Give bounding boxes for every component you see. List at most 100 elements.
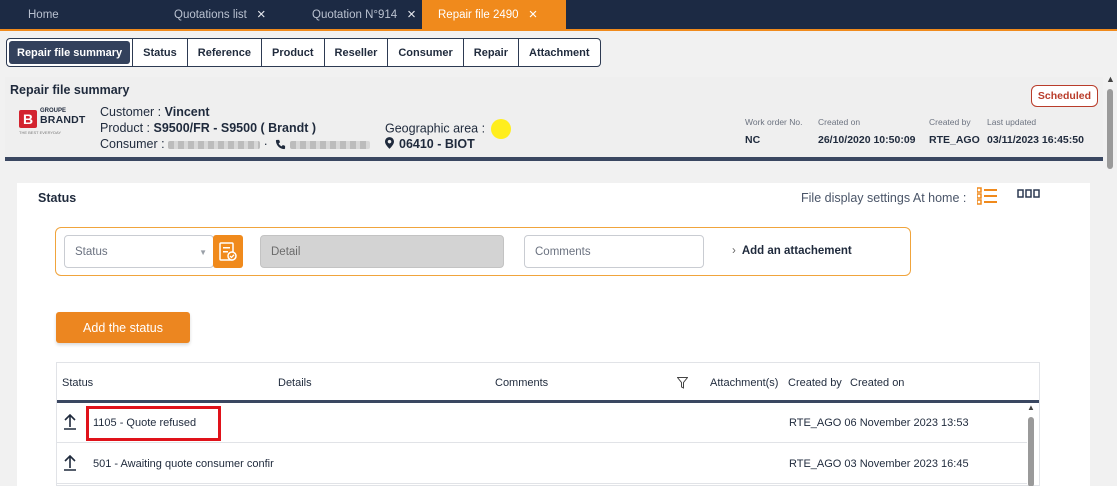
- created-on-col: Created on 26/10/2020 10:50:09: [818, 117, 916, 146]
- row-status: 501 - Awaiting quote consumer confir: [93, 458, 274, 470]
- column-header-created-on[interactable]: Created on: [850, 377, 904, 389]
- tab-underline: [0, 29, 1117, 31]
- last-updated-value: 03/11/2023 16:45:50: [987, 134, 1084, 146]
- table-scrollbar-thumb[interactable]: [1028, 417, 1034, 486]
- scroll-up-arrow-icon[interactable]: ▲: [1027, 403, 1035, 412]
- section-tab-consumer[interactable]: Consumer: [387, 39, 462, 66]
- tab-quotations-list[interactable]: Quotations list ×: [116, 0, 272, 29]
- repair-file-summary: Repair file summary B GROUPE BRANDT THE …: [5, 77, 1103, 161]
- column-header-comments[interactable]: Comments: [495, 377, 548, 389]
- tab-label: Home: [28, 8, 59, 21]
- arrow-up-icon[interactable]: [63, 455, 77, 471]
- work-order-col: Work order No. NC: [745, 117, 802, 146]
- consumer-label: Consumer :: [100, 137, 169, 151]
- highlight-box: [86, 406, 221, 441]
- column-header-details[interactable]: Details: [278, 377, 312, 389]
- top-tab-bar: Home Quotations list × Quotation N°914 ×…: [0, 0, 1117, 29]
- section-tab-product[interactable]: Product: [260, 39, 324, 66]
- created-by-label: Created by: [929, 117, 971, 127]
- list-view-icon[interactable]: [977, 187, 997, 205]
- product-line: Product : S9500/FR - S9500 ( Brandt ): [100, 121, 316, 135]
- add-attachment-link[interactable]: › Add an attachement: [732, 245, 852, 257]
- tab-home[interactable]: Home: [0, 0, 116, 29]
- section-tab-reseller[interactable]: Reseller: [323, 39, 388, 66]
- filter-icon[interactable]: [677, 377, 688, 389]
- close-icon[interactable]: ×: [257, 6, 266, 23]
- section-tab-status[interactable]: Status: [132, 39, 187, 66]
- created-on-value: 26/10/2020 10:50:09: [818, 134, 916, 146]
- created-on-label: Created on: [818, 117, 861, 127]
- table-row[interactable]: 1105 - Quote refused RTE_AGO 06 November…: [57, 403, 1027, 443]
- geo-area-line: Geographic area :: [385, 119, 511, 139]
- tab-label: Repair file 2490: [438, 8, 519, 21]
- column-header-attachments[interactable]: Attachment(s): [710, 377, 778, 389]
- status-panel: Status File display settings At home : S…: [17, 183, 1090, 486]
- customer-line: Customer : Vincent: [100, 105, 210, 119]
- page-scrollbar[interactable]: ▲: [1103, 71, 1117, 486]
- brandt-logo: B GROUPE BRANDT THE BEST EVERYDAY: [19, 108, 86, 135]
- logo-tagline: THE BEST EVERYDAY: [19, 130, 62, 135]
- status-select[interactable]: Status ▼: [64, 235, 214, 268]
- created-by-value: RTE_AGO: [929, 134, 980, 146]
- display-settings-label: File display settings At home :: [801, 191, 967, 205]
- scrollbar-thumb[interactable]: [1107, 89, 1113, 169]
- status-table: Status Details Comments Attachment(s) Cr…: [56, 362, 1040, 486]
- section-tab-repair[interactable]: Repair: [462, 39, 518, 66]
- geo-area-dot: [490, 119, 511, 139]
- geo-label: Geographic area :: [385, 121, 489, 136]
- section-tab-attachment[interactable]: Attachment: [518, 39, 600, 66]
- product-value: S9500/FR - S9500 ( Brandt ): [153, 121, 317, 135]
- customer-label: Customer :: [100, 105, 165, 119]
- detail-placeholder: Detail: [271, 245, 301, 258]
- status-list-icon: [219, 241, 237, 261]
- tab-label: Quotations list: [174, 8, 247, 21]
- table-row[interactable]: 501 - Awaiting quote consumer confir RTE…: [57, 444, 1027, 484]
- close-icon[interactable]: ×: [529, 6, 538, 23]
- grid-view-icon[interactable]: [1017, 187, 1041, 201]
- logo-big-text: BRANDT: [40, 114, 86, 126]
- table-header: Status Details Comments Attachment(s) Cr…: [57, 363, 1039, 403]
- brandt-logo-mark: B: [19, 110, 37, 128]
- status-badge: Scheduled: [1030, 85, 1098, 107]
- table-scrollbar[interactable]: ▲: [1025, 403, 1037, 486]
- location-pin-icon: [385, 137, 394, 149]
- created-by-col: Created by RTE_AGO: [929, 117, 980, 146]
- status-picker-button[interactable]: [213, 235, 243, 268]
- add-status-form: Status ▼ Detail Comments › Add an attache…: [55, 227, 911, 276]
- comments-field[interactable]: Comments: [524, 235, 704, 268]
- add-status-button[interactable]: Add the status: [56, 312, 190, 343]
- arrow-up-icon[interactable]: [63, 414, 77, 430]
- redacted-phone: [290, 140, 371, 149]
- product-label: Product :: [100, 121, 154, 135]
- tab-repair-file-2490[interactable]: Repair file 2490 ×: [422, 0, 566, 29]
- column-header-status[interactable]: Status: [62, 377, 93, 389]
- row-created: RTE_AGO 06 November 2023 13:53: [789, 417, 969, 429]
- status-select-placeholder: Status: [75, 245, 108, 258]
- comments-placeholder: Comments: [535, 245, 591, 258]
- tab-quotation-914[interactable]: Quotation N°914 ×: [272, 0, 422, 29]
- geo-value-line: 06410 - BIOT: [385, 137, 475, 151]
- add-attachment-label: Add an attachement: [741, 245, 852, 257]
- status-section-title: Status: [38, 191, 77, 205]
- last-updated-label: Last updated: [987, 117, 1037, 127]
- chevron-right-icon: ›: [732, 245, 736, 257]
- geo-value: 06410 - BIOT: [399, 137, 475, 151]
- summary-title: Repair file summary: [10, 83, 130, 97]
- section-tabs: Repair file summary Status Reference Pro…: [6, 38, 601, 67]
- column-header-created-by[interactable]: Created by: [788, 377, 842, 389]
- work-order-value: NC: [745, 134, 761, 146]
- last-updated-col: Last updated 03/11/2023 16:45:50: [987, 117, 1084, 146]
- chevron-down-icon: ▼: [199, 248, 207, 257]
- phone-icon: [276, 140, 286, 150]
- customer-value: Vincent: [164, 105, 210, 119]
- row-created: RTE_AGO 03 November 2023 16:45: [789, 458, 969, 470]
- work-order-label: Work order No.: [745, 117, 803, 127]
- scroll-up-arrow-icon[interactable]: ▲: [1106, 74, 1115, 84]
- close-icon[interactable]: ×: [407, 6, 416, 23]
- detail-field[interactable]: Detail: [260, 235, 504, 268]
- consumer-line: Consumer : ·: [100, 137, 371, 151]
- tab-label: Quotation N°914: [312, 8, 398, 21]
- section-tab-reference[interactable]: Reference: [186, 39, 261, 66]
- redacted-consumer-name: [168, 140, 261, 149]
- section-tab-repair-file-summary[interactable]: Repair file summary: [9, 41, 131, 64]
